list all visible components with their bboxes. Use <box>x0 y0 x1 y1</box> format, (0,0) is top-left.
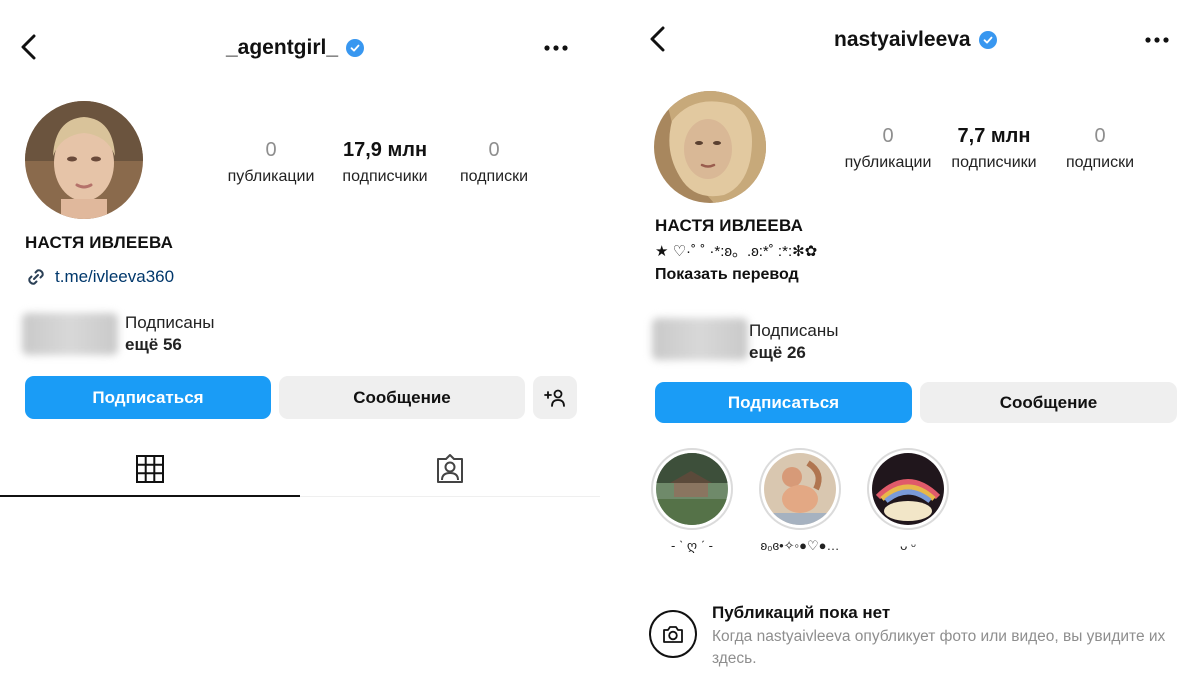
profile-bio: ★ ♡·˚ ˚ ·*:ʚ。.ʚ:*˚ :*:✻✿ <box>655 243 818 260</box>
story-highlight-1[interactable] <box>651 448 733 530</box>
stat-posts-label: публикации <box>227 168 315 185</box>
profile-header-title: _agentgirl_ <box>226 36 365 60</box>
stat-following-label: подписки <box>1065 154 1135 171</box>
show-translation-link[interactable]: Показать перевод <box>655 266 799 284</box>
tab-divider <box>300 496 600 497</box>
story-highlight-1-label: - ˋ ღ ˊ - <box>671 538 713 553</box>
stat-posts-label: публикации <box>844 154 932 171</box>
empty-state-title: Публикаций пока нет <box>712 603 891 622</box>
followed-by-text[interactable]: Подписаны ещё 56 <box>125 312 214 356</box>
tab-tagged[interactable] <box>300 442 600 496</box>
profile-avatar[interactable] <box>654 91 766 203</box>
stat-following[interactable]: 0 подписки <box>447 138 541 188</box>
back-arrow-icon[interactable] <box>647 26 669 52</box>
profile-avatar[interactable] <box>25 101 143 219</box>
profile-link-text: t.me/ivleeva360 <box>55 267 175 286</box>
back-arrow-icon[interactable] <box>18 34 40 60</box>
story-highlight-3-label: ᴗ ᵕ <box>900 538 916 553</box>
stat-followers-value: 17,9 млн <box>342 139 428 161</box>
grid-icon <box>135 454 165 484</box>
stat-following-value: 0 <box>1094 125 1106 147</box>
stat-posts-value: 0 <box>265 139 277 161</box>
story-highlight-2-label: ʚ₀ɞ•✧◦●♡●… <box>760 538 840 553</box>
stat-posts[interactable]: 0 публикации <box>221 138 321 188</box>
profile-panel-agentgirl: _agentgirl_ 0 публикации 17,9 млн подпис… <box>0 0 600 675</box>
more-options-icon[interactable] <box>1144 36 1170 44</box>
stat-posts-value: 0 <box>882 125 894 147</box>
empty-state-text: Когда nastyaivleeva опубликует фото или … <box>712 628 1166 667</box>
message-button[interactable]: Сообщение <box>279 376 525 419</box>
followed-by-line2: ещё 56 <box>125 335 182 354</box>
profile-panel-nastyaivleeva: nastyaivleeva 0 публикации 7,7 млн подпи… <box>630 0 1200 675</box>
tagged-person-icon <box>434 453 466 485</box>
message-button[interactable]: Сообщение <box>920 382 1177 423</box>
stat-following[interactable]: 0 подписки <box>1054 124 1146 174</box>
link-icon <box>25 266 47 288</box>
followed-by-avatars[interactable] <box>22 313 118 355</box>
profile-header-title: nastyaivleeva <box>834 28 997 52</box>
story-highlight-2[interactable] <box>759 448 841 530</box>
add-person-icon <box>543 388 567 408</box>
active-tab-indicator <box>0 495 300 497</box>
followed-by-line1: Подписаны <box>125 313 215 332</box>
stat-posts[interactable]: 0 публикации <box>838 124 938 174</box>
username: _agentgirl_ <box>226 36 339 59</box>
follow-button[interactable]: Подписаться <box>655 382 912 423</box>
suggest-users-button[interactable] <box>533 376 577 419</box>
more-options-icon[interactable] <box>543 44 569 52</box>
profile-link[interactable]: t.me/ivleeva360 <box>25 266 174 288</box>
profile-name: НАСТЯ ИВЛЕЕВА <box>25 233 174 252</box>
story-highlight-3[interactable] <box>867 448 949 530</box>
followed-by-avatars[interactable] <box>652 318 748 360</box>
follow-button[interactable]: Подписаться <box>25 376 271 419</box>
verified-badge-icon <box>346 39 365 57</box>
stat-followers[interactable]: 17,9 млн подписчики <box>330 138 440 188</box>
stat-following-value: 0 <box>488 139 500 161</box>
stat-following-label: подписки <box>459 168 529 185</box>
stat-followers[interactable]: 7,7 млн подписчики <box>944 124 1044 174</box>
followed-by-text[interactable]: Подписаны ещё 26 <box>749 320 838 364</box>
camera-icon <box>649 610 697 658</box>
followed-by-line2: ещё 26 <box>749 343 806 362</box>
tab-posts-grid[interactable] <box>0 442 300 496</box>
verified-badge-icon <box>978 31 997 49</box>
username: nastyaivleeva <box>834 28 971 51</box>
stat-followers-label: подписчики <box>951 154 1037 171</box>
followed-by-line1: Подписаны <box>749 321 839 340</box>
stat-followers-value: 7,7 млн <box>957 125 1031 147</box>
profile-name: НАСТЯ ИВЛЕЕВА <box>655 216 804 235</box>
stat-followers-label: подписчики <box>342 168 428 185</box>
